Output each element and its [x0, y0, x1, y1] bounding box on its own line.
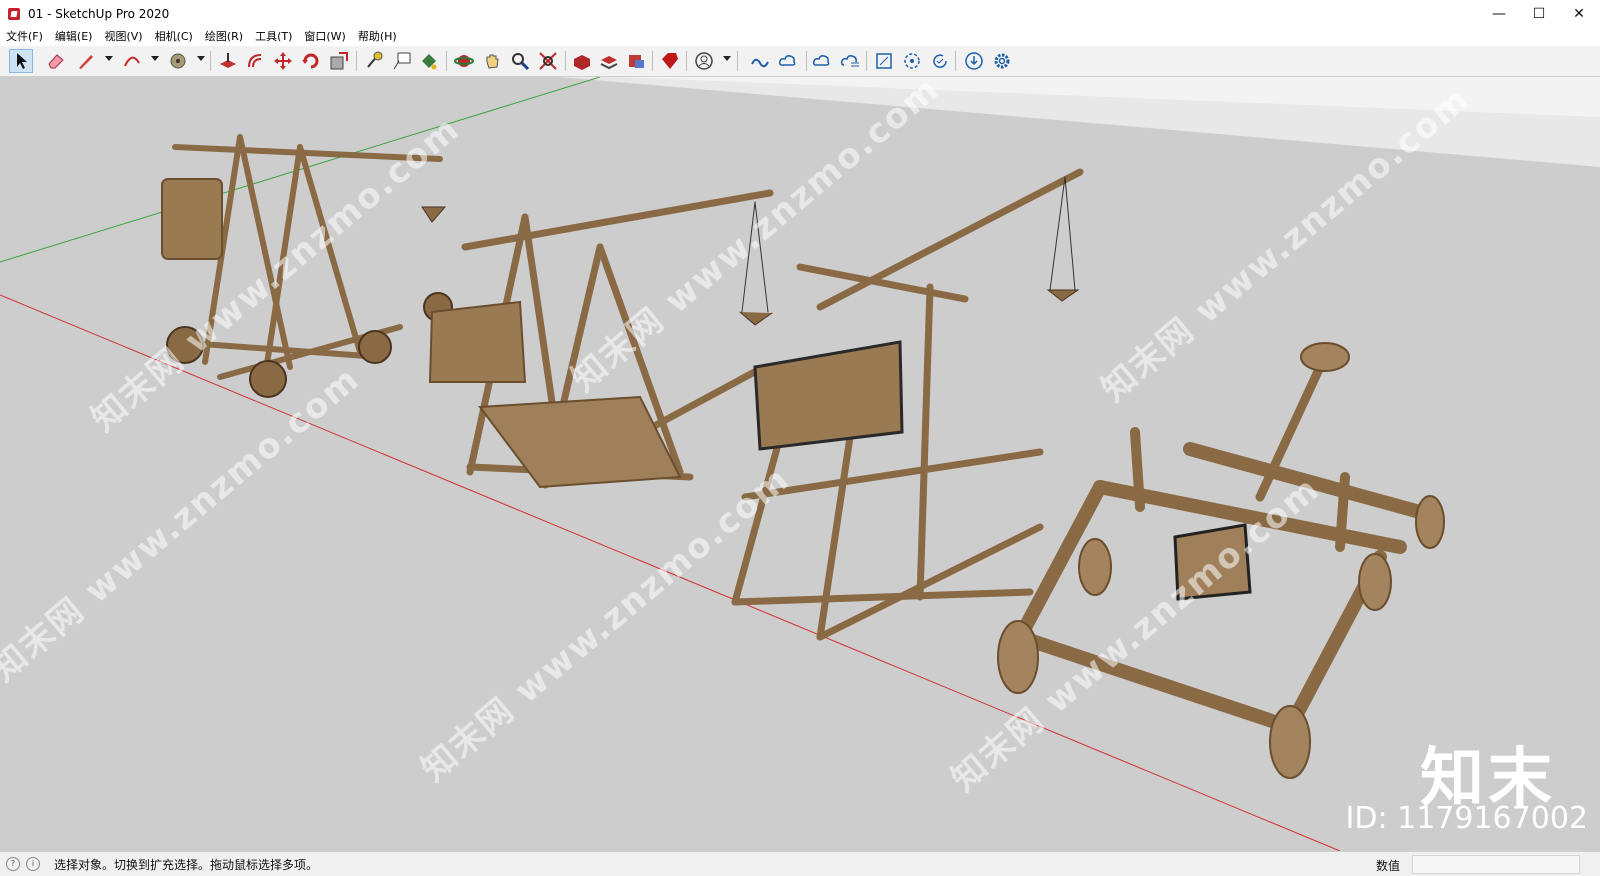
- hand-icon: [486, 54, 499, 69]
- user-profile-icon: [695, 52, 713, 70]
- orbit-tool-button[interactable]: [452, 49, 476, 73]
- rotate-icon: [302, 53, 319, 69]
- ruby-gem-icon: [662, 53, 678, 69]
- trimble-connect-button[interactable]: [748, 49, 772, 73]
- line-tool-button[interactable]: [74, 49, 98, 73]
- menu-camera[interactable]: 相机(C): [149, 28, 199, 46]
- move-tool-button[interactable]: [271, 49, 295, 73]
- sketchup-app-icon: [8, 8, 20, 20]
- magnifier-icon: [512, 53, 530, 71]
- layout-button[interactable]: [624, 49, 648, 73]
- move-arrows-icon: [274, 52, 292, 70]
- model-info-button[interactable]: [872, 49, 896, 73]
- extension-warehouse-button[interactable]: [597, 49, 621, 73]
- scale-icon: [330, 52, 348, 70]
- eraser-icon: [48, 54, 64, 69]
- settings-button[interactable]: [990, 49, 1014, 73]
- menu-tools[interactable]: 工具(T): [249, 28, 298, 46]
- measurements-label: 数值: [1376, 859, 1401, 873]
- measurements-input[interactable]: [1412, 855, 1580, 874]
- zoom-extents-tool-button[interactable]: [536, 49, 560, 73]
- menu-view[interactable]: 视图(V): [98, 28, 148, 46]
- components-button[interactable]: [900, 49, 924, 73]
- menu-bar: 文件(F) 编辑(E) 视图(V) 相机(C) 绘图(R) 工具(T) 窗口(W…: [0, 28, 1600, 46]
- asset-id-label: ID: 1179167002: [1345, 801, 1588, 836]
- paint-bucket-icon: [422, 54, 437, 70]
- tape-measure-icon: [367, 51, 383, 68]
- warehouse-button[interactable]: [570, 49, 594, 73]
- cloud-upload-button[interactable]: [810, 49, 834, 73]
- cloud-list-icon: [841, 55, 859, 67]
- orbit-icon: [454, 55, 474, 67]
- status-message: 选择对象。切换到扩充选择。拖动鼠标选择多项。: [54, 857, 319, 872]
- text-label-icon: [393, 52, 411, 70]
- connect-icon: [751, 58, 769, 68]
- offset-icon: [248, 54, 262, 68]
- close-button[interactable]: ✕: [1556, 0, 1600, 28]
- menu-draw[interactable]: 绘图(R): [199, 28, 249, 46]
- sync-check-icon: [933, 54, 947, 68]
- status-bar: ? i 选择对象。切换到扩充选择。拖动鼠标选择多项。 数值: [0, 851, 1600, 876]
- cloud-check-icon: [813, 55, 830, 66]
- zoom-tool-button[interactable]: [508, 49, 532, 73]
- geo-location-icon[interactable]: ?: [6, 857, 20, 871]
- circle-shape-icon: [170, 53, 186, 69]
- share-button[interactable]: [776, 49, 800, 73]
- cloud-open-button[interactable]: [838, 49, 862, 73]
- scale-tool-button[interactable]: [327, 49, 351, 73]
- menu-help[interactable]: 帮助(H): [352, 28, 403, 46]
- title-bar: 01 - SketchUp Pro 2020 — ☐ ✕: [0, 0, 1600, 28]
- text-tool-button[interactable]: [390, 49, 414, 73]
- cloud-share-icon: [779, 55, 796, 66]
- paint-bucket-tool-button[interactable]: [417, 49, 441, 73]
- shape-tool-button[interactable]: [166, 49, 190, 73]
- offset-tool-button[interactable]: [243, 49, 267, 73]
- push-pull-tool-button[interactable]: [216, 49, 240, 73]
- select-tool-button[interactable]: [9, 49, 33, 73]
- pencil-icon: [79, 55, 93, 69]
- download-icon: [965, 52, 983, 70]
- chevron-down-icon[interactable]: [105, 56, 113, 61]
- pan-tool-button[interactable]: [480, 49, 504, 73]
- chevron-down-icon[interactable]: [151, 56, 159, 61]
- menu-window[interactable]: 窗口(W): [298, 28, 351, 46]
- extension-warehouse-icon: [600, 56, 618, 70]
- profile-button[interactable]: [692, 49, 716, 73]
- eraser-tool-button[interactable]: [44, 49, 68, 73]
- gear-icon: [994, 53, 1010, 69]
- menu-edit[interactable]: 编辑(E): [49, 28, 99, 46]
- arc-tool-button[interactable]: [120, 49, 144, 73]
- components-icon: [904, 53, 920, 69]
- trebuchet-model-3: [731, 168, 1084, 641]
- model-frame-icon: [876, 53, 892, 69]
- modeling-viewport[interactable]: 知末网 www.znzmo.com 知末网 www.znzmo.com 知末网 …: [0, 77, 1600, 851]
- reload-button[interactable]: [928, 49, 952, 73]
- tape-measure-tool-button[interactable]: [362, 49, 386, 73]
- layout-send-icon: [629, 55, 644, 68]
- chevron-down-icon[interactable]: [723, 56, 731, 61]
- rotate-tool-button[interactable]: [299, 49, 323, 73]
- zoom-extents-icon: [539, 52, 557, 70]
- warehouse-icon: [574, 55, 590, 70]
- push-pull-icon: [220, 53, 236, 68]
- window-title: 01 - SketchUp Pro 2020: [28, 7, 170, 21]
- info-icon[interactable]: i: [26, 857, 40, 871]
- arc-icon: [124, 56, 140, 67]
- arrow-cursor-icon: [17, 53, 27, 69]
- download-button[interactable]: [962, 49, 986, 73]
- main-toolbar: [0, 46, 1600, 77]
- menu-file[interactable]: 文件(F): [0, 28, 49, 46]
- extension-manager-button[interactable]: [658, 49, 682, 73]
- chevron-down-icon[interactable]: [197, 56, 205, 61]
